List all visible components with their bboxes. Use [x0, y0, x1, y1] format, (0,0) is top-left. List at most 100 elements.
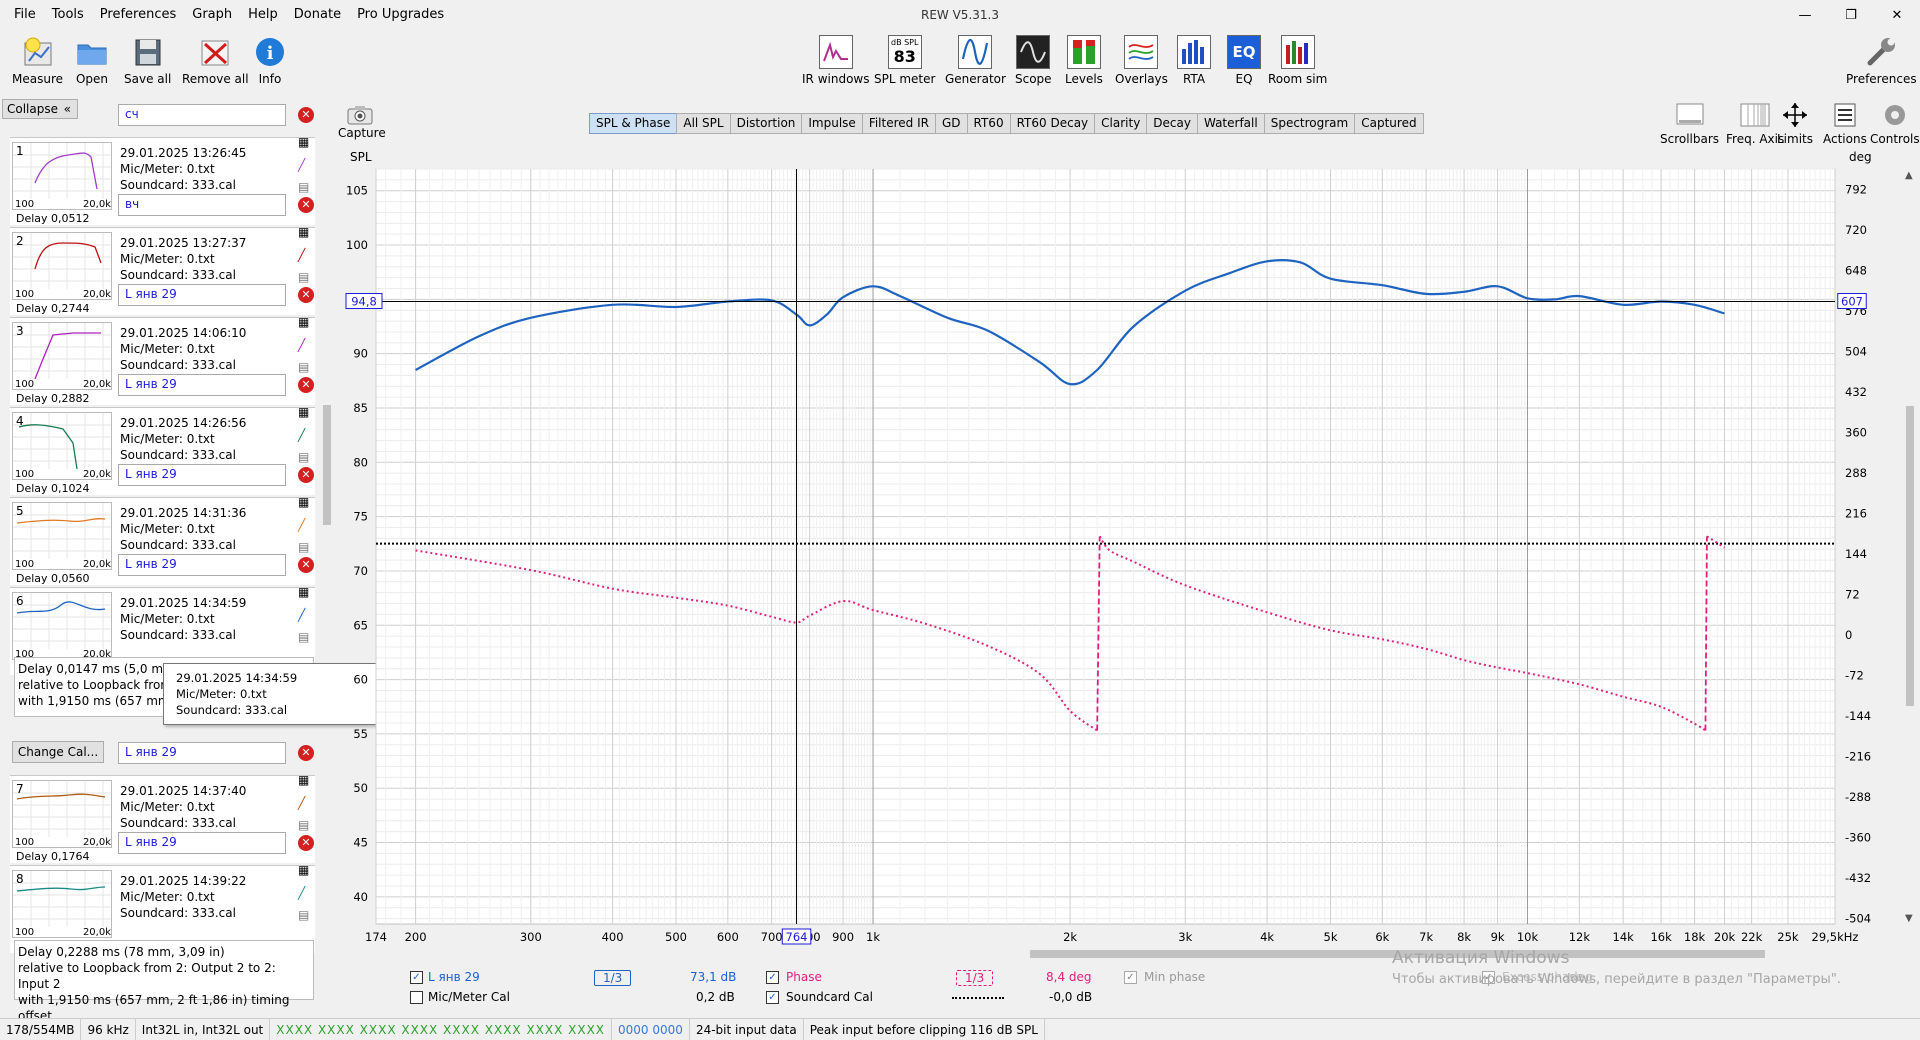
tab-rt60[interactable]: RT60 [966, 113, 1011, 134]
controls-button[interactable]: Controls [1870, 100, 1920, 146]
measurement-thumbnail[interactable]: 4 100 20,0k [12, 412, 112, 480]
rta-button[interactable]: RTA [1176, 34, 1212, 86]
overlays-button[interactable]: Overlays [1115, 34, 1168, 86]
scope-button[interactable]: Scope [1015, 34, 1052, 86]
levels-button[interactable]: Levels [1065, 34, 1103, 86]
color-pen-icon[interactable]: ╱ [298, 518, 305, 532]
menu-pro-upgrades[interactable]: Pro Upgrades [349, 7, 452, 22]
preferences-button[interactable]: Preferences [1846, 34, 1917, 86]
eq-button[interactable]: EQ EQ [1226, 34, 1262, 86]
cal-file-icon[interactable]: ▦ [298, 863, 309, 877]
change-cal-button[interactable]: Change Cal... [12, 741, 104, 763]
measurement-thumbnail[interactable]: 2 100 20,0k [12, 232, 112, 300]
graph-canvas[interactable]: 1742003004005006007008009001k2k3k4k5k6k7… [330, 146, 1920, 946]
measurement-thumbnail[interactable]: 3 100 20,0k [12, 322, 112, 390]
tab-impulse[interactable]: Impulse [801, 113, 863, 134]
save-all-button[interactable]: Save all [124, 34, 171, 86]
maximize-button[interactable]: ❐ [1828, 0, 1874, 30]
color-pen-icon[interactable]: ╱ [298, 428, 305, 442]
tab-gd[interactable]: GD [934, 113, 968, 134]
color-pen-icon[interactable]: ╱ [298, 886, 305, 900]
cal-file-icon[interactable]: ▦ [298, 495, 309, 509]
cal-file-icon[interactable]: ▦ [298, 585, 309, 599]
color-pen-icon[interactable]: ╱ [298, 248, 305, 262]
measurement-name-field[interactable]: сч [118, 104, 286, 126]
spl-trace-checkbox[interactable]: ✓ [410, 971, 423, 984]
measurement-thumbnail[interactable]: 6 100 20,0k [12, 592, 112, 660]
measurement-name-field[interactable]: L янв 29 [118, 374, 286, 396]
notes-icon[interactable]: ▤ [298, 270, 309, 284]
notes-icon[interactable]: ▤ [298, 180, 309, 194]
open-button[interactable]: Open [74, 34, 110, 86]
tab-spl-phase[interactable]: SPL & Phase [589, 113, 678, 134]
delete-measurement-icon[interactable]: ✕ [298, 287, 314, 303]
mic-cal-checkbox[interactable] [410, 991, 423, 1004]
notes-icon[interactable]: ▤ [298, 908, 309, 922]
spl-phase-graph[interactable]: 1742003004005006007008009001k2k3k4k5k6k7… [330, 146, 1920, 946]
tab-filtered-ir[interactable]: Filtered IR [861, 113, 936, 134]
measurement-name-field[interactable]: вч [118, 194, 286, 216]
menu-donate[interactable]: Donate [286, 7, 349, 22]
measurement-thumbnail[interactable]: 5 100 20,0k [12, 502, 112, 570]
color-pen-icon[interactable]: ╱ [298, 158, 305, 172]
scroll-up-arrow[interactable]: ▲ [1905, 170, 1913, 181]
phase-trace-checkbox[interactable]: ✓ [766, 971, 779, 984]
delete-measurement-icon[interactable]: ✕ [298, 377, 314, 393]
spl-smoothing-badge[interactable]: 1/3 [594, 970, 632, 986]
info-button[interactable]: i Info [252, 34, 288, 86]
tab-captured[interactable]: Captured [1354, 113, 1424, 134]
actions-button[interactable]: Actions [1823, 100, 1867, 146]
soundcard-cal-checkbox[interactable]: ✓ [766, 991, 779, 1004]
measurement-name-field[interactable]: L янв 29 [118, 742, 286, 764]
cal-file-icon[interactable]: ▦ [298, 405, 309, 419]
graph-vscroll-thumb[interactable] [1906, 406, 1914, 706]
delete-measurement-icon[interactable]: ✕ [298, 467, 314, 483]
notes-icon[interactable]: ▤ [298, 818, 309, 832]
delete-measurement-icon[interactable]: ✕ [298, 557, 314, 573]
spl-meter-button[interactable]: dB SPL 83 SPL meter [874, 34, 935, 86]
tab-spectrogram[interactable]: Spectrogram [1263, 113, 1356, 134]
measurement-name-field[interactable]: L янв 29 [118, 284, 286, 306]
scrollbars-button[interactable]: Scrollbars [1660, 100, 1719, 146]
notes-icon[interactable]: ▤ [298, 630, 309, 644]
remove-all-button[interactable]: Remove all [182, 34, 249, 86]
tab-distortion[interactable]: Distortion [729, 113, 803, 134]
notes-icon[interactable]: ▤ [298, 540, 309, 554]
menu-help[interactable]: Help [240, 7, 286, 22]
room-sim-button[interactable]: Room sim [1268, 34, 1327, 86]
close-window-button[interactable]: ✕ [1874, 0, 1920, 30]
measurement-thumbnail[interactable]: 8 100 20,0k [12, 870, 112, 938]
tab-decay[interactable]: Decay [1146, 113, 1198, 134]
phase-smoothing-badge[interactable]: 1/3 [956, 970, 994, 986]
delete-measurement-icon[interactable]: ✕ [298, 835, 314, 851]
measurement-name-field[interactable]: L янв 29 [118, 554, 286, 576]
capture-button[interactable]: Capture [338, 104, 386, 140]
minimize-button[interactable]: — [1782, 0, 1828, 30]
freq-axis-button[interactable]: Freq. Axis [1726, 100, 1784, 146]
color-pen-icon[interactable]: ╱ [298, 338, 305, 352]
delete-measurement-icon[interactable]: ✕ [298, 197, 314, 213]
generator-button[interactable]: Generator [945, 34, 1006, 86]
cal-file-icon[interactable]: ▦ [298, 773, 309, 787]
measurement-name-field[interactable]: L янв 29 [118, 464, 286, 486]
min-phase-checkbox[interactable]: ✓ [1124, 971, 1137, 984]
delete-measurement-icon[interactable]: ✕ [298, 107, 314, 123]
cal-file-icon[interactable]: ▦ [298, 135, 309, 149]
tab-rt60-decay[interactable]: RT60 Decay [1009, 113, 1096, 134]
menu-file[interactable]: File [6, 7, 44, 22]
measurement-thumbnail[interactable]: 7 100 20,0k [12, 780, 112, 848]
tab-waterfall[interactable]: Waterfall [1196, 113, 1265, 134]
color-pen-icon[interactable]: ╱ [298, 608, 305, 622]
scroll-down-arrow[interactable]: ▼ [1905, 913, 1913, 924]
ir-windows-button[interactable]: IR windows [802, 34, 869, 86]
limits-button[interactable]: Limits [1777, 100, 1813, 146]
color-pen-icon[interactable]: ╱ [298, 796, 305, 810]
tab-all-spl[interactable]: All SPL [676, 113, 731, 134]
notes-icon[interactable]: ▤ [298, 360, 309, 374]
menu-tools[interactable]: Tools [44, 7, 92, 22]
delete-measurement-icon[interactable]: ✕ [298, 745, 314, 761]
notes-icon[interactable]: ▤ [298, 450, 309, 464]
menu-graph[interactable]: Graph [184, 7, 240, 22]
measurement-name-field[interactable]: L янв 29 [118, 832, 286, 854]
cal-file-icon[interactable]: ▦ [298, 225, 309, 239]
